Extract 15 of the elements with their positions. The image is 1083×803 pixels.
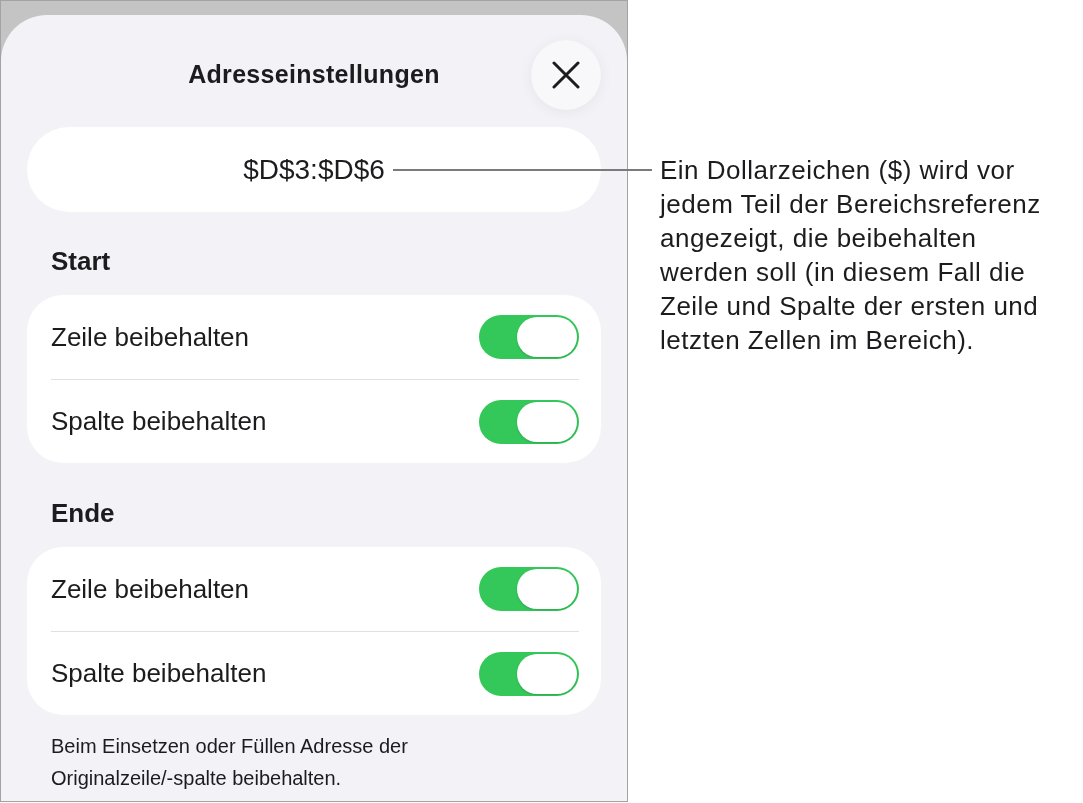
address-field[interactable]: $D$3:$D$6 xyxy=(27,127,601,212)
toggle-switch[interactable] xyxy=(479,651,579,696)
toggle-switch[interactable] xyxy=(479,399,579,444)
toggle-label: Spalte beibehalten xyxy=(51,657,267,690)
section-heading: Ende xyxy=(51,497,116,530)
toggle-label: Zeile beibehalten xyxy=(51,572,250,606)
section-heading: Start xyxy=(51,245,112,278)
toggle-switch[interactable] xyxy=(479,315,579,359)
footnote-text: Beim Einsetzen oder Füllen Adresse der Originalzeile/-spalte beibehalten. xyxy=(51,734,409,791)
sheet-title: Adresseinstellungen xyxy=(187,59,441,91)
toggle-label: Spalte beibehalten xyxy=(51,405,267,438)
toggle-label: Zeile beibehalten xyxy=(51,320,250,354)
toggle-switch[interactable] xyxy=(479,567,579,611)
close-icon xyxy=(552,61,580,89)
callout-text: Ein Dollarzeichen ($) wird vor jedem Teil der Bereichsreferenz angezeigt, die beibehalten werden soll (in diesem Fall die Zeile und Spalte der ersten und letzten Zellen im Bereich). xyxy=(660,154,1042,357)
